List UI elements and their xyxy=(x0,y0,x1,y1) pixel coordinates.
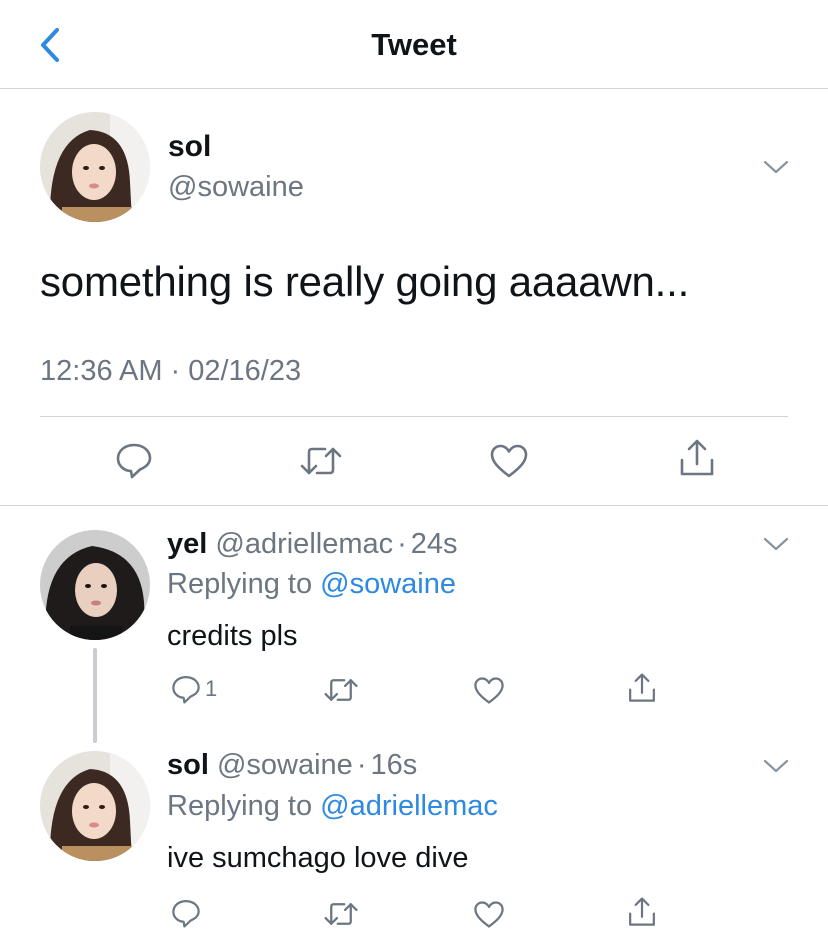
retweet-button[interactable] xyxy=(323,677,359,703)
like-button[interactable] xyxy=(473,900,505,929)
share-button[interactable] xyxy=(627,672,657,704)
reply-author-handle[interactable]: @adriellemac xyxy=(215,528,393,560)
separator-dot: · xyxy=(397,528,407,560)
share-icon xyxy=(629,673,655,702)
reply-count: 1 xyxy=(205,676,218,701)
reply-age: 24s xyxy=(410,528,458,560)
reply-icon xyxy=(116,443,152,479)
replying-to: Replying to @adriellemac xyxy=(167,790,498,823)
reply-icon xyxy=(172,676,200,704)
author-name[interactable]: sol xyxy=(168,130,211,164)
like-icon xyxy=(474,677,504,704)
avatar[interactable] xyxy=(40,112,150,222)
reply-text: credits pls xyxy=(167,620,298,652)
like-button[interactable] xyxy=(473,676,505,705)
author-handle[interactable]: @sowaine xyxy=(168,171,304,204)
tweet-date: 02/16/23 xyxy=(188,355,302,387)
tweet-timestamp: 12:36 AM · 02/16/23 xyxy=(40,355,301,388)
like-button[interactable] xyxy=(489,443,529,479)
tweet-menu-button[interactable] xyxy=(762,158,790,176)
reply-button[interactable] xyxy=(115,441,153,479)
reply-button[interactable]: 1 xyxy=(171,674,217,704)
divider xyxy=(40,416,788,417)
mention-link[interactable]: @sowaine xyxy=(320,568,456,600)
reply-header: yel @adriellemac · 24s xyxy=(167,528,458,561)
reply-menu-button[interactable] xyxy=(762,535,790,553)
retweet-icon xyxy=(324,903,358,925)
retweet-icon xyxy=(324,679,358,701)
reply-menu-button[interactable] xyxy=(762,757,790,775)
mention-link[interactable]: @adriellemac xyxy=(320,790,498,822)
retweet-button[interactable] xyxy=(323,901,359,927)
replying-label: Replying to xyxy=(167,790,313,822)
share-icon xyxy=(629,897,655,926)
page-title: Tweet xyxy=(371,27,457,62)
share-button[interactable] xyxy=(627,896,657,928)
reply-text: ive sumchago love dive xyxy=(167,842,469,874)
share-icon xyxy=(680,439,714,476)
retweet-button[interactable] xyxy=(299,445,343,477)
chevron-down-icon xyxy=(763,537,789,551)
avatar[interactable] xyxy=(40,751,150,861)
share-button[interactable] xyxy=(678,438,716,478)
chevron-down-icon xyxy=(763,759,789,773)
replying-to: Replying to @sowaine xyxy=(167,568,456,601)
tweet-text: something is really going aaaawn... xyxy=(40,258,690,305)
reply-icon xyxy=(172,900,200,928)
separator-dot: · xyxy=(170,355,181,387)
avatar[interactable] xyxy=(40,530,150,640)
like-icon xyxy=(474,901,504,928)
like-icon xyxy=(490,444,528,478)
reply-author-name[interactable]: yel xyxy=(167,528,207,560)
section-separator xyxy=(0,505,828,506)
separator-dot: · xyxy=(356,749,367,781)
replying-label: Replying to xyxy=(167,568,313,600)
reply-button[interactable] xyxy=(171,898,201,928)
tweet-time: 12:36 AM xyxy=(40,355,163,387)
chevron-down-icon xyxy=(763,160,789,174)
reply-header: sol @sowaine · 16s xyxy=(167,749,417,782)
reply-author-handle[interactable]: @sowaine xyxy=(217,749,353,781)
retweet-icon xyxy=(300,447,342,475)
reply-author-name[interactable]: sol xyxy=(167,749,209,781)
thread-line xyxy=(93,648,97,743)
reply-age: 16s xyxy=(370,749,418,781)
